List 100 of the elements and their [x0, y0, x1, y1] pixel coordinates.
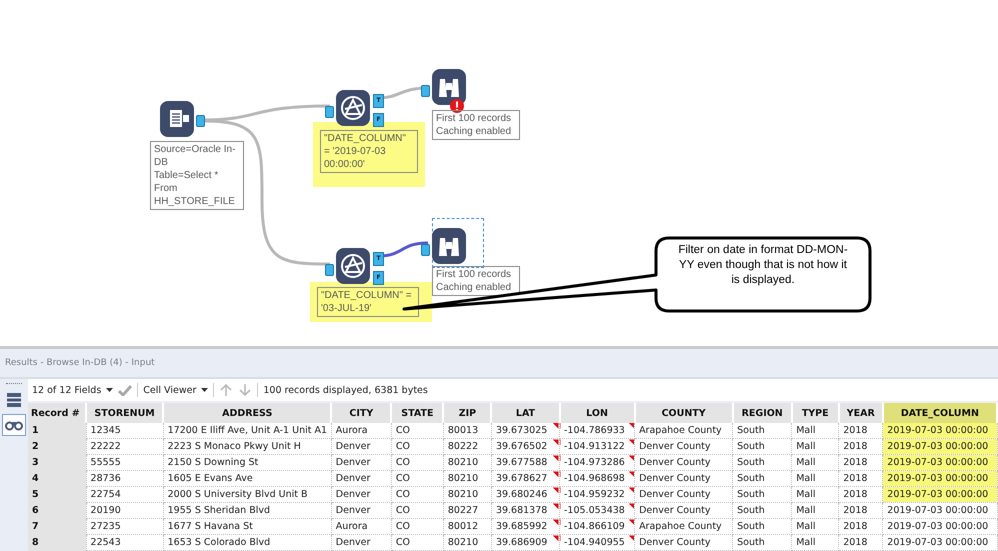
table-cell: 17200 E Iliff Ave, Unit A-1 Unit A1: [163, 423, 332, 438]
column-header[interactable]: ZIP: [443, 403, 492, 423]
column-header[interactable]: LON: [560, 403, 635, 423]
column-header[interactable]: STATE: [391, 403, 444, 423]
record-number: 3: [28, 454, 86, 470]
table-cell: 2019-07-03 00:00:00: [882, 486, 997, 502]
table-cell: 2223 S Monaco Pkwy Unit H: [163, 438, 332, 454]
table-cell: Mall: [792, 518, 839, 534]
column-header[interactable]: TYPE: [792, 403, 839, 423]
table-cell: -105.053438: [560, 502, 635, 518]
table-cell: 2019-07-03 00:00:00: [882, 454, 997, 470]
table-cell: 2019-07-03 00:00:00: [882, 423, 997, 438]
table-cell: Mall: [792, 502, 839, 518]
tool-annotation: Source=Oracle In-DB Table=Select * From HH_STORE_FILE: [150, 141, 244, 210]
table-cell: Denver: [331, 470, 392, 486]
table-cell: CO: [391, 534, 444, 550]
output-anchor[interactable]: [196, 115, 205, 127]
table-cell: Mall: [792, 423, 839, 438]
table-cell: Mall: [792, 438, 839, 454]
caret-icon[interactable]: [106, 388, 114, 392]
table-cell: 2000 S University Blvd Unit B: [163, 486, 332, 502]
caret-icon[interactable]: [201, 388, 208, 392]
table-cell: 20190: [86, 502, 164, 518]
table-cell: Denver: [331, 534, 392, 550]
viewer-dropdown[interactable]: Cell Viewer: [143, 384, 196, 396]
tool-annotation: "DATE_COLUMN" = '2019-07-03 00:00:00': [320, 130, 418, 173]
column-header[interactable]: YEAR: [838, 403, 883, 423]
record-number: 5: [28, 486, 86, 502]
table-cell: Mall: [792, 534, 839, 550]
table-cell: South: [732, 470, 792, 486]
table-cell: 80013: [443, 423, 492, 438]
input-anchor[interactable]: [421, 244, 430, 256]
list-icon[interactable]: [6, 392, 22, 408]
table-cell: Mall: [792, 470, 839, 486]
table-cell: South: [732, 438, 792, 454]
table-cell: 2150 S Downing St: [163, 454, 332, 470]
record-number: 6: [28, 502, 86, 518]
binoculars-icon[interactable]: [2, 414, 26, 436]
table-cell: 2019-07-03 00:00:00: [882, 470, 997, 486]
table-cell: 1677 S Havana St: [163, 518, 332, 534]
table-cell: 39.676502: [491, 438, 560, 454]
table-cell: 39.681378: [491, 502, 560, 518]
table-cell: 27235: [86, 518, 164, 534]
table-cell: South: [732, 518, 792, 534]
grip-icon[interactable]: [6, 383, 22, 386]
table-cell: Denver County: [634, 454, 733, 470]
table-cell: -104.973286: [560, 454, 635, 470]
table-cell: CO: [391, 518, 444, 534]
column-header[interactable]: REGION: [732, 403, 792, 423]
table-cell: Denver: [331, 438, 392, 454]
database-icon[interactable]: [160, 101, 194, 137]
table-cell: -104.968698: [560, 470, 635, 486]
table-cell: Mall: [792, 486, 839, 502]
binoculars-icon[interactable]: [432, 228, 466, 264]
table-cell: Arapahoe County: [634, 423, 733, 438]
table-cell: 80210: [443, 534, 492, 550]
record-number: 4: [28, 470, 86, 486]
records-status: 100 records displayed, 6381 bytes: [263, 384, 428, 396]
table-cell: 1653 S Colorado Blvd: [163, 534, 332, 550]
callout-text: Filter on date in format DD-MON-YY even though that is not how it is displayed.: [677, 243, 849, 288]
table-cell: South: [732, 486, 792, 502]
filter-tool-icon[interactable]: [336, 90, 370, 126]
table-cell: 55555: [86, 454, 164, 470]
table-cell: Arapahoe County: [634, 518, 733, 534]
table-cell: 80222: [443, 438, 492, 454]
column-header[interactable]: ADDRESS: [163, 403, 332, 423]
input-anchor[interactable]: [325, 106, 334, 118]
column-header[interactable]: CITY: [331, 403, 392, 423]
fields-dropdown[interactable]: 12 of 12 Fields: [32, 384, 102, 396]
record-number: 1: [28, 423, 86, 438]
input-anchor[interactable]: [325, 264, 334, 276]
table-cell: -104.940955: [560, 534, 635, 550]
table-cell: CO: [391, 454, 444, 470]
table-cell: CO: [391, 470, 444, 486]
checkmark-icon[interactable]: [118, 384, 132, 396]
column-header[interactable]: LAT: [491, 403, 560, 423]
column-header[interactable]: COUNTY: [634, 403, 733, 423]
table-cell: 39.678627: [491, 470, 560, 486]
panel-title: Results - Browse In-DB (4) - Input: [5, 358, 155, 368]
table-cell: CO: [391, 502, 444, 518]
table-cell: Denver County: [634, 486, 733, 502]
table-cell: 22222: [86, 438, 164, 454]
table-cell: 80012: [443, 518, 492, 534]
table-cell: 2018: [838, 534, 883, 550]
input-anchor[interactable]: [421, 85, 430, 97]
table-cell: Denver: [331, 502, 392, 518]
column-header[interactable]: STORENUM: [86, 403, 164, 423]
table-cell: Denver County: [634, 534, 733, 550]
error-icon: [450, 99, 464, 113]
table-cell: Aurora: [331, 423, 392, 438]
table-cell: 1605 E Evans Ave: [163, 470, 332, 486]
column-header[interactable]: Record #: [28, 403, 86, 423]
table-cell: 39.680246: [491, 486, 560, 502]
table-cell: 28736: [86, 470, 164, 486]
column-header[interactable]: DATE_COLUMN: [882, 403, 997, 423]
filter-tool-icon[interactable]: [336, 248, 370, 284]
table-cell: 2019-07-03 00:00:00: [882, 438, 997, 454]
record-number: 2: [28, 438, 86, 454]
binoculars-icon[interactable]: [432, 69, 466, 105]
table-cell: 39.677588: [491, 454, 560, 470]
